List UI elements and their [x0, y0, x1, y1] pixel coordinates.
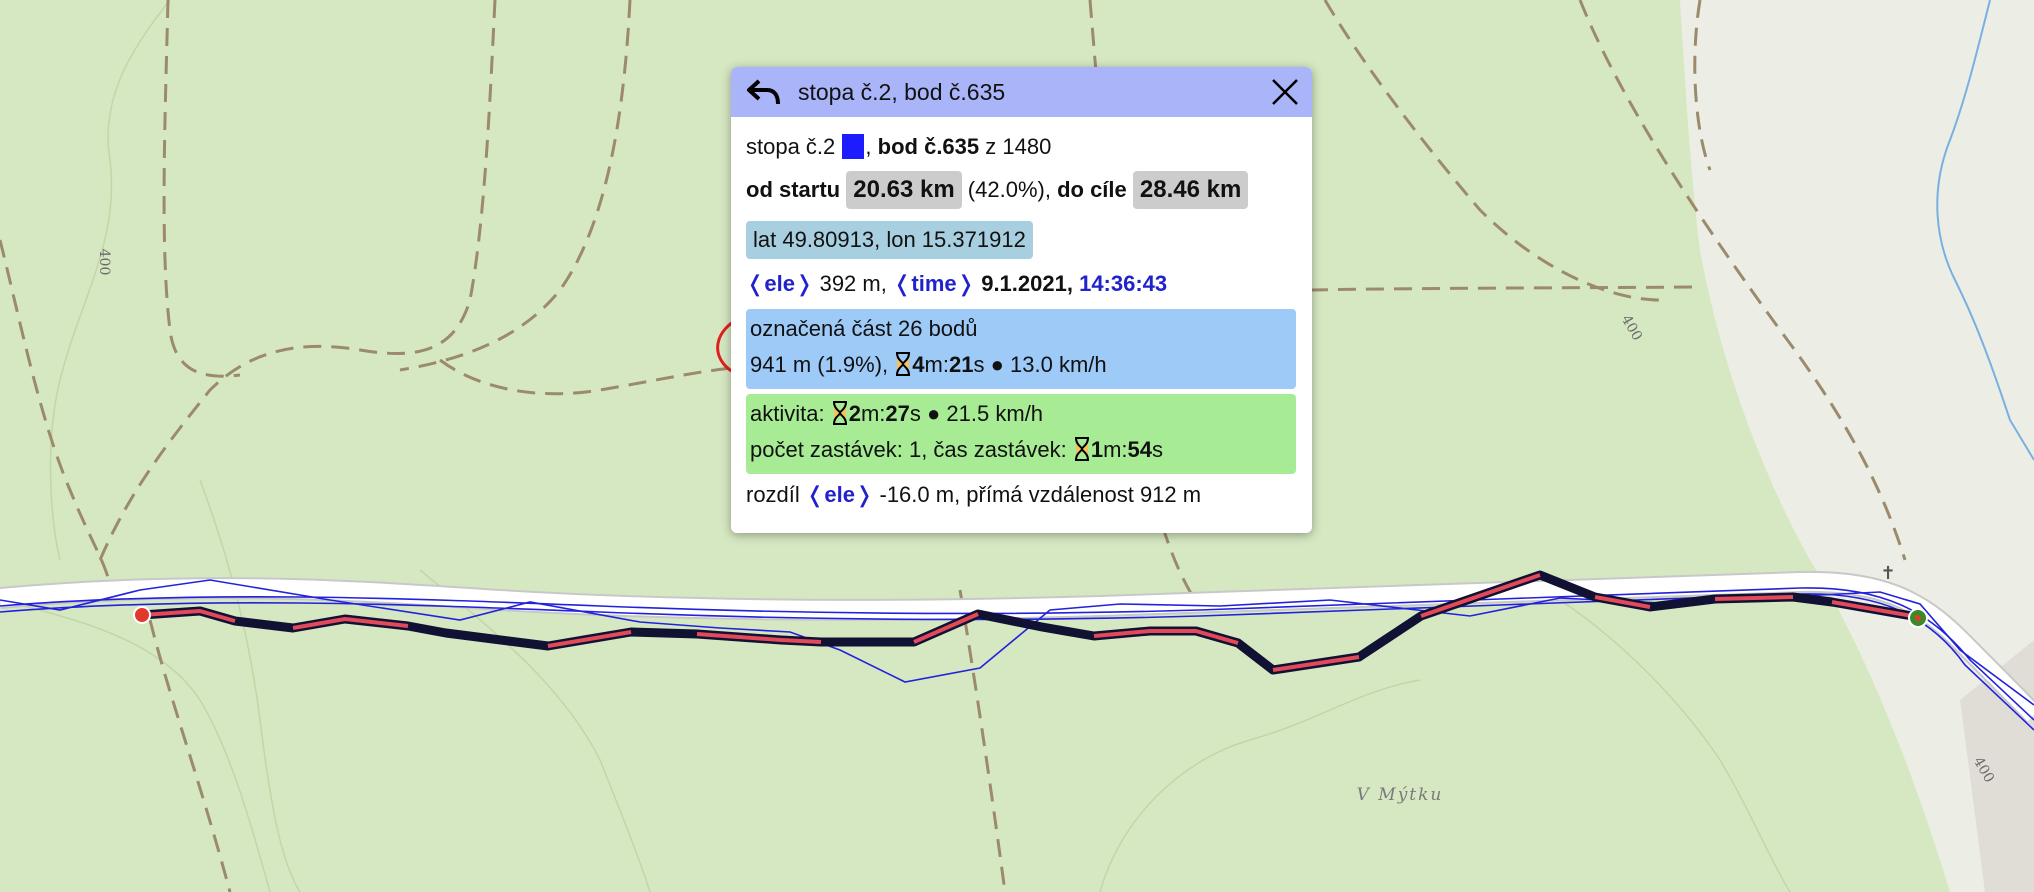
- back-arrow-icon[interactable]: [745, 75, 781, 109]
- hourglass-icon: [896, 352, 911, 376]
- selection-min-unit: m:: [924, 352, 949, 377]
- activity-minutes: 2: [848, 401, 861, 426]
- difference-label: rozdíl: [746, 482, 800, 507]
- selection-distance: 941 m (1.9%),: [750, 352, 889, 377]
- selection-minutes: 4: [912, 352, 925, 377]
- activity-sec-unit: s: [909, 401, 921, 426]
- difference-line: rozdíl ❬ele❭ -16.0 m, přímá vzdálenost 9…: [746, 480, 1201, 510]
- popup-header: stopa č.2, bod č.635: [731, 67, 1312, 117]
- selection-count: označená část 26 bodů: [750, 316, 978, 341]
- stops-label: počet zastávek: 1, čas zastávek:: [750, 437, 1067, 462]
- activity-label: aktivita:: [750, 401, 825, 426]
- distance-percent: (42.0%),: [967, 177, 1051, 202]
- stops-seconds: 54: [1127, 437, 1153, 462]
- time-value: 14:36:43: [1079, 271, 1168, 296]
- stops-sec-unit: s: [1152, 437, 1164, 462]
- coordinates: lat 49.80913, lon 15.371912: [746, 221, 1033, 259]
- track-point-line: stopa č.2 , bod č.635 z 1480: [746, 132, 1051, 162]
- stops-line: počet zastávek: 1, čas zastávek: 1m:54s: [750, 435, 1163, 465]
- activity-line: aktivita: 2m:27s ● 21.5 km/h: [750, 399, 1043, 429]
- stops-minutes: 1: [1090, 437, 1104, 462]
- track-end-dot: [1915, 615, 1921, 621]
- activity-box: aktivita: 2m:27s ● 21.5 km/h počet zastá…: [746, 394, 1296, 474]
- elevation-time-line: ❬ele❭ 392 m, ❬time❭ 9.1.2021, 14:36:43: [746, 269, 1167, 299]
- track-point-popup: stopa č.2, bod č.635 stopa č.2 , bod č.6…: [731, 67, 1312, 533]
- place-label: V Mýtku: [1357, 785, 1444, 805]
- hourglass-icon: [832, 401, 847, 425]
- point-label: bod č.635: [877, 134, 980, 159]
- selection-sec-unit: s: [973, 352, 985, 377]
- diff-ele-tag: ❬ele❭: [805, 482, 874, 507]
- hourglass-icon: [1074, 437, 1089, 461]
- time-tag: ❬time❭: [892, 271, 976, 296]
- close-icon[interactable]: [1270, 77, 1300, 107]
- selection-seconds: 21: [949, 352, 974, 377]
- selection-box: označená část 26 bodů 941 m (1.9%), 4m:2…: [746, 309, 1296, 389]
- ele-tag: ❬ele❭: [746, 271, 814, 296]
- contour-label-left: 400: [96, 249, 112, 276]
- point-count: z 1480: [985, 134, 1052, 159]
- to-end-value: 28.46 km: [1132, 171, 1249, 209]
- selection-speed: ● 13.0 km/h: [990, 352, 1107, 377]
- track-color-swatch: [842, 134, 865, 159]
- activity-speed: ● 21.5 km/h: [927, 401, 1044, 426]
- date-value: 9.1.2021,: [981, 271, 1073, 296]
- activity-min-unit: m:: [860, 401, 886, 426]
- distance-line: od startu 20.63 km (42.0%), do cíle 28.4…: [746, 170, 1249, 210]
- cross-symbol: ✝: [1880, 563, 1895, 583]
- track-start-marker[interactable]: [133, 606, 151, 624]
- from-start-label: od startu: [746, 177, 841, 202]
- difference-values: -16.0 m, přímá vzdálenost 912 m: [879, 482, 1202, 507]
- selection-stats: 941 m (1.9%), 4m:21s ● 13.0 km/h: [750, 350, 1107, 380]
- track-name: stopa č.2: [746, 134, 836, 159]
- popup-title: stopa č.2, bod č.635: [798, 79, 1006, 105]
- activity-seconds: 27: [885, 401, 910, 426]
- elevation-value: 392 m,: [819, 271, 887, 296]
- to-end-label: do cíle: [1057, 177, 1127, 202]
- stops-min-unit: m:: [1103, 437, 1128, 462]
- track-sep: ,: [865, 134, 872, 159]
- from-start-value: 20.63 km: [846, 171, 962, 209]
